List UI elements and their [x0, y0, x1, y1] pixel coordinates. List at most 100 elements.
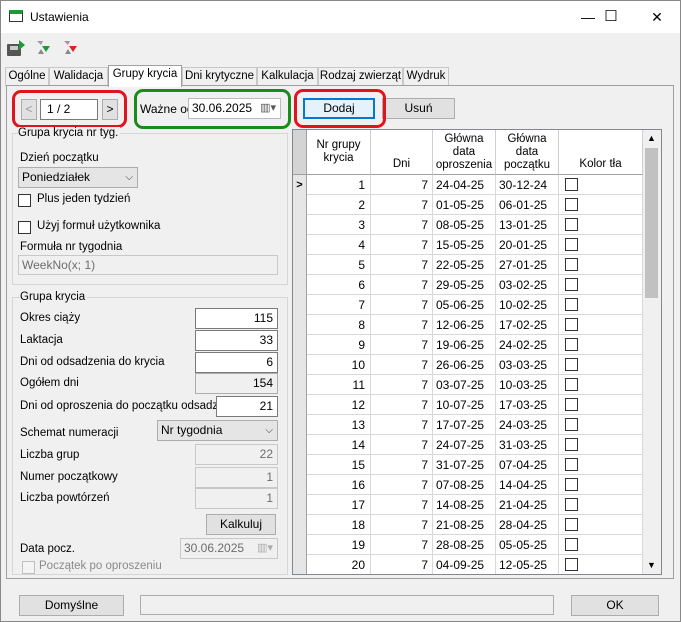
row-header[interactable] — [293, 335, 307, 355]
cell-days[interactable]: 7 — [371, 315, 433, 335]
color-checkbox[interactable] — [565, 418, 578, 431]
cell-background-color[interactable] — [559, 455, 643, 475]
row-header[interactable] — [293, 255, 307, 275]
weaning-to-mating-field[interactable]: 6 — [195, 352, 278, 373]
start-day-select[interactable]: Poniedziałek ⌵ — [18, 167, 138, 188]
cell-days[interactable]: 7 — [371, 475, 433, 495]
table-scrollbar[interactable]: ▲ ▼ — [643, 130, 661, 574]
cell-group-number[interactable]: 3 — [307, 215, 371, 235]
table-row[interactable]: 13 7 17-07-25 24-03-25 — [293, 415, 643, 435]
column-header-color[interactable]: Kolor tła — [559, 130, 643, 175]
table-row[interactable]: 9 7 19-06-25 24-02-25 — [293, 335, 643, 355]
cell-days[interactable]: 7 — [371, 495, 433, 515]
cell-start-date[interactable]: 27-01-25 — [496, 255, 559, 275]
refresh-icon[interactable] — [32, 36, 56, 60]
column-header-nr[interactable]: Nr grupy krycia — [307, 130, 371, 175]
cell-background-color[interactable] — [559, 435, 643, 455]
table-row[interactable]: 8 7 12-06-25 17-02-25 — [293, 315, 643, 335]
color-checkbox[interactable] — [565, 238, 578, 251]
row-header[interactable] — [293, 395, 307, 415]
color-checkbox[interactable] — [565, 338, 578, 351]
row-header[interactable] — [293, 515, 307, 535]
row-header[interactable] — [293, 235, 307, 255]
cell-farrowing-date[interactable]: 24-04-25 — [433, 175, 496, 195]
cell-background-color[interactable] — [559, 395, 643, 415]
table-row[interactable]: >1 7 24-04-25 30-12-24 — [293, 175, 643, 195]
cell-start-date[interactable]: 10-03-25 — [496, 375, 559, 395]
cell-background-color[interactable] — [559, 415, 643, 435]
row-header[interactable] — [293, 215, 307, 235]
cell-farrowing-date[interactable]: 03-07-25 — [433, 375, 496, 395]
color-checkbox[interactable] — [565, 318, 578, 331]
row-header[interactable]: > — [293, 175, 307, 195]
tab-wydruk[interactable]: Wydruk — [403, 67, 449, 86]
row-header[interactable] — [293, 295, 307, 315]
lactation-field[interactable]: 33 — [195, 330, 278, 351]
table-row[interactable]: 15 7 31-07-25 07-04-25 — [293, 455, 643, 475]
table-row[interactable]: 17 7 14-08-25 21-04-25 — [293, 495, 643, 515]
scroll-up-icon[interactable]: ▲ — [647, 133, 656, 143]
table-row[interactable]: 6 7 29-05-25 03-02-25 — [293, 275, 643, 295]
cell-background-color[interactable] — [559, 515, 643, 535]
row-header[interactable] — [293, 475, 307, 495]
cell-days[interactable]: 7 — [371, 335, 433, 355]
table-row[interactable]: 2 7 01-05-25 06-01-25 — [293, 195, 643, 215]
cell-background-color[interactable] — [559, 275, 643, 295]
cell-start-date[interactable]: 03-03-25 — [496, 355, 559, 375]
cell-background-color[interactable] — [559, 535, 643, 555]
cell-farrowing-date[interactable]: 21-08-25 — [433, 515, 496, 535]
cell-background-color[interactable] — [559, 355, 643, 375]
table-row[interactable]: 16 7 07-08-25 14-04-25 — [293, 475, 643, 495]
cell-farrowing-date[interactable]: 14-08-25 — [433, 495, 496, 515]
calculate-button[interactable]: Kalkuluj — [206, 514, 276, 535]
cell-start-date[interactable]: 03-02-25 — [496, 275, 559, 295]
save-icon[interactable] — [5, 36, 29, 60]
color-checkbox[interactable] — [565, 398, 578, 411]
cell-start-date[interactable]: 20-01-25 — [496, 235, 559, 255]
table-row[interactable]: 18 7 21-08-25 28-04-25 — [293, 515, 643, 535]
cell-group-number[interactable]: 4 — [307, 235, 371, 255]
table-row[interactable]: 20 7 04-09-25 12-05-25 — [293, 555, 643, 574]
color-checkbox[interactable] — [565, 358, 578, 371]
cell-group-number[interactable]: 16 — [307, 475, 371, 495]
cell-group-number[interactable]: 6 — [307, 275, 371, 295]
cell-group-number[interactable]: 14 — [307, 435, 371, 455]
cell-background-color[interactable] — [559, 315, 643, 335]
cell-background-color[interactable] — [559, 495, 643, 515]
cell-farrowing-date[interactable]: 01-05-25 — [433, 195, 496, 215]
cell-farrowing-date[interactable]: 15-05-25 — [433, 235, 496, 255]
tab-dni-krytyczne[interactable]: Dni krytyczne — [182, 67, 257, 86]
pregnancy-field[interactable]: 115 — [195, 308, 278, 329]
cell-group-number[interactable]: 15 — [307, 455, 371, 475]
tab-walidacja[interactable]: Walidacja — [49, 67, 108, 86]
cell-days[interactable]: 7 — [371, 275, 433, 295]
cell-farrowing-date[interactable]: 10-07-25 — [433, 395, 496, 415]
cell-farrowing-date[interactable]: 29-05-25 — [433, 275, 496, 295]
cell-start-date[interactable]: 14-04-25 — [496, 475, 559, 495]
row-header[interactable] — [293, 375, 307, 395]
color-checkbox[interactable] — [565, 258, 578, 271]
defaults-button[interactable]: Domyślne — [19, 595, 124, 616]
cell-background-color[interactable] — [559, 335, 643, 355]
cell-group-number[interactable]: 11 — [307, 375, 371, 395]
groups-table[interactable]: Nr grupy krycia Dni Główna data oproszen… — [292, 129, 662, 575]
cell-background-color[interactable] — [559, 475, 643, 495]
cell-days[interactable]: 7 — [371, 555, 433, 574]
cell-start-date[interactable]: 06-01-25 — [496, 195, 559, 215]
color-checkbox[interactable] — [565, 518, 578, 531]
cell-days[interactable]: 7 — [371, 535, 433, 555]
cell-start-date[interactable]: 30-12-24 — [496, 175, 559, 195]
cell-start-date[interactable]: 24-03-25 — [496, 415, 559, 435]
cell-days[interactable]: 7 — [371, 235, 433, 255]
cell-farrowing-date[interactable]: 19-06-25 — [433, 335, 496, 355]
color-checkbox[interactable] — [565, 218, 578, 231]
cell-days[interactable]: 7 — [371, 215, 433, 235]
cell-background-color[interactable] — [559, 175, 643, 195]
row-header[interactable] — [293, 315, 307, 335]
cell-start-date[interactable]: 12-05-25 — [496, 555, 559, 574]
cell-group-number[interactable]: 7 — [307, 295, 371, 315]
cell-days[interactable]: 7 — [371, 195, 433, 215]
row-header[interactable] — [293, 495, 307, 515]
cell-background-color[interactable] — [559, 255, 643, 275]
row-header[interactable] — [293, 555, 307, 574]
